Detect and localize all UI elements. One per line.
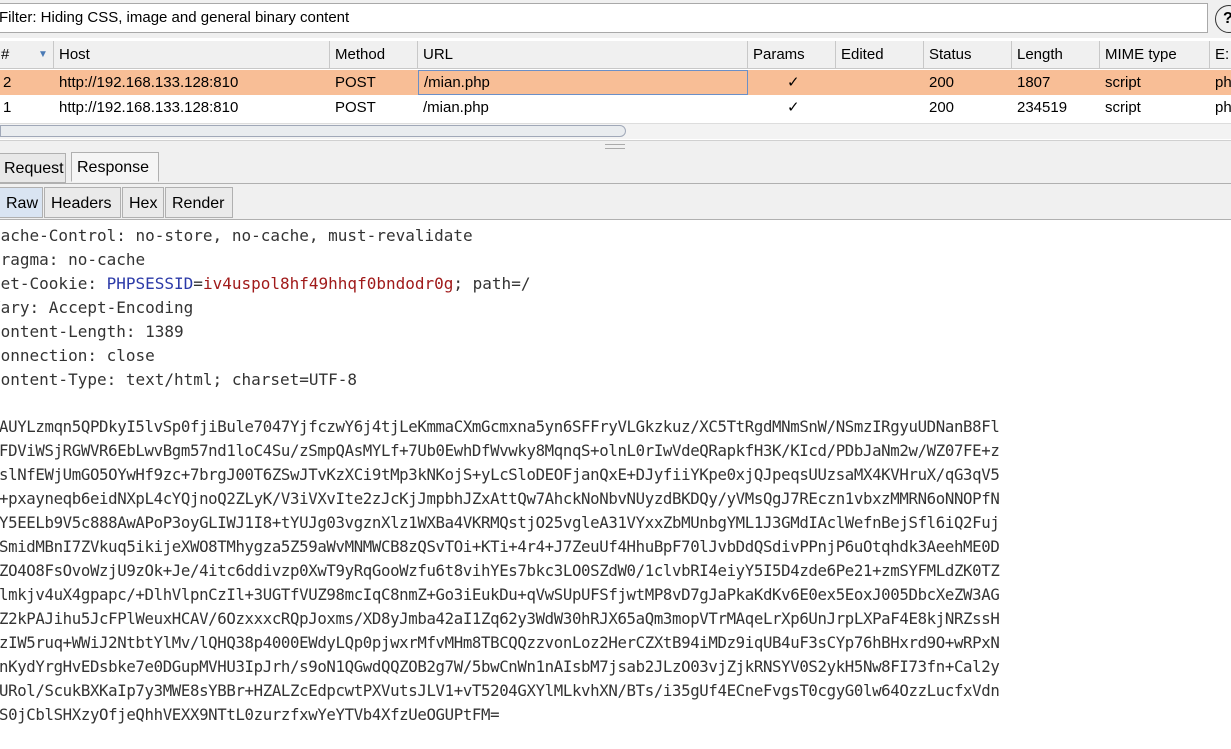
row-status: 200 <box>929 74 955 91</box>
set-cookie-line: Set-Cookie: PHPSESSID=iv4uspol8hf49hhqf0… <box>0 274 531 293</box>
col-edited[interactable]: Edited <box>836 41 924 68</box>
col-mime-type[interactable]: MIME type <box>1100 41 1210 68</box>
body-line: FDViWSjRGWVR6EbLwvBgm57nd1loC4Su/zSmpQAs… <box>0 441 1000 460</box>
col-status[interactable]: Status <box>924 41 1012 68</box>
tab-request[interactable]: Request <box>0 153 66 183</box>
history-table: # ▼ Host Method URL Params Edited Status … <box>0 40 1231 140</box>
filter-text: Filter: Hiding CSS, image and general bi… <box>0 9 350 26</box>
body-line: URol/ScukBXKaIp7y3MWE8sYBBr+HZALZcEdpcwt… <box>0 681 1000 700</box>
header-line: Pragma: no-cache <box>0 250 146 269</box>
row-host: http://192.168.133.128:810 <box>59 74 239 91</box>
table-header: # ▼ Host Method URL Params Edited Status … <box>0 41 1231 69</box>
body-line: +pxayneqb6eidNXpL4cYQjnoQ2ZLyK/V3iVXvIte… <box>0 489 1000 508</box>
row-edited <box>836 95 924 120</box>
tab-raw[interactable]: Raw <box>0 187 43 218</box>
message-tabs: Request Response <box>0 150 1231 184</box>
row-mime: script <box>1105 99 1141 116</box>
filter-bar: Filter: Hiding CSS, image and general bi… <box>0 0 1231 38</box>
table-row[interactable]: 1 http://192.168.133.128:810 POST /mian.… <box>0 95 1231 120</box>
row-edited <box>836 70 924 95</box>
body-line: zIW5ruq+WWiJ2NtbtYlMv/lQHQ38p4000EWdyLQp… <box>0 633 1000 652</box>
body-line: ZO4O8FsOvoWzjU9zOk+Je/4itc6ddivzp0XwT9yR… <box>0 561 1000 580</box>
col-host[interactable]: Host <box>54 41 330 68</box>
row-url: /mian.php <box>418 70 748 95</box>
row-method: POST <box>335 99 376 116</box>
header-line: Content-Length: 1389 <box>0 322 184 341</box>
view-tabs: Raw Headers Hex Render <box>0 184 1231 220</box>
tab-response[interactable]: Response <box>71 152 159 182</box>
tab-render[interactable]: Render <box>165 187 233 218</box>
header-line: Cache-Control: no-store, no-cache, must-… <box>0 226 473 245</box>
header-line: Vary: Accept-Encoding <box>0 298 194 317</box>
cookie-value: iv4uspol8hf49hhqf0bndodr0g <box>202 274 454 293</box>
horizontal-scrollbar[interactable] <box>0 123 1231 139</box>
params-check-icon: ✓ <box>787 74 800 91</box>
row-status: 200 <box>929 99 955 116</box>
filter-input[interactable]: Filter: Hiding CSS, image and general bi… <box>0 3 1208 33</box>
tab-hex[interactable]: Hex <box>122 187 164 218</box>
body-line: SmidMBnI7ZVkuq5ikijeXWO8TMhygza5Z59aWvMN… <box>0 537 1000 556</box>
col-length[interactable]: Length <box>1012 41 1100 68</box>
col-number[interactable]: # ▼ <box>0 41 54 68</box>
table-row[interactable]: 2 http://192.168.133.128:810 POST /mian.… <box>0 70 1231 95</box>
splitter-grip-icon[interactable] <box>605 144 625 149</box>
header-line: Content-Type: text/html; charset=UTF-8 <box>0 370 358 389</box>
row-host: http://192.168.133.128:810 <box>59 99 239 116</box>
row-length: 234519 <box>1017 99 1068 116</box>
row-mime: script <box>1105 74 1141 91</box>
row-method: POST <box>335 74 376 91</box>
body-line: AUYLzmqn5QPDkyI5lvSp0fjiBule7047YjfczwY6… <box>0 417 1000 436</box>
row-number: 1 <box>3 99 12 116</box>
body-line: S0jCblSHXzyOfjeQhhVEXX9NTtL0zurzfxwYeYTV… <box>0 705 500 724</box>
body-line: Y5EELb9V5c888AwAPoP3oyGLIWJ1I8+tYUJg03vg… <box>0 513 1000 532</box>
header-line: Connection: close <box>0 346 155 365</box>
row-extension: ph <box>1215 74 1231 91</box>
scrollbar-thumb[interactable] <box>0 125 626 137</box>
raw-response-editor[interactable]: Cache-Control: no-store, no-cache, must-… <box>0 222 1231 749</box>
col-url[interactable]: URL <box>418 41 748 68</box>
body-line: Z2kPAJihu5JcFPlWeuxHCAV/6OzxxxcRQpJoxms/… <box>0 609 1000 628</box>
col-params[interactable]: Params <box>748 41 836 68</box>
body-line: slNfEWjUmGO5OYwHf9zc+7brgJ00T6ZSwJTvKzXC… <box>0 465 1000 484</box>
row-extension: ph <box>1215 99 1231 116</box>
cookie-name: PHPSESSID <box>106 274 194 293</box>
row-length: 1807 <box>1017 74 1051 91</box>
body-line: lmkjv4uX4gpapc/+DlhVlpnCzIl+3UGTfVUZ98mc… <box>0 585 1000 604</box>
col-method[interactable]: Method <box>330 41 418 68</box>
col-extension[interactable]: E: <box>1210 41 1231 68</box>
sort-desc-icon[interactable]: ▼ <box>38 41 48 68</box>
body-line: nKydYrgHvEDsbke7e0DGupMVHU3IpJrh/s9oN1QG… <box>0 657 1000 676</box>
row-url: /mian.php <box>423 99 489 116</box>
row-number: 2 <box>3 74 12 91</box>
params-check-icon: ✓ <box>787 99 800 116</box>
tab-headers[interactable]: Headers <box>44 187 121 218</box>
help-icon[interactable]: ? <box>1215 5 1231 33</box>
